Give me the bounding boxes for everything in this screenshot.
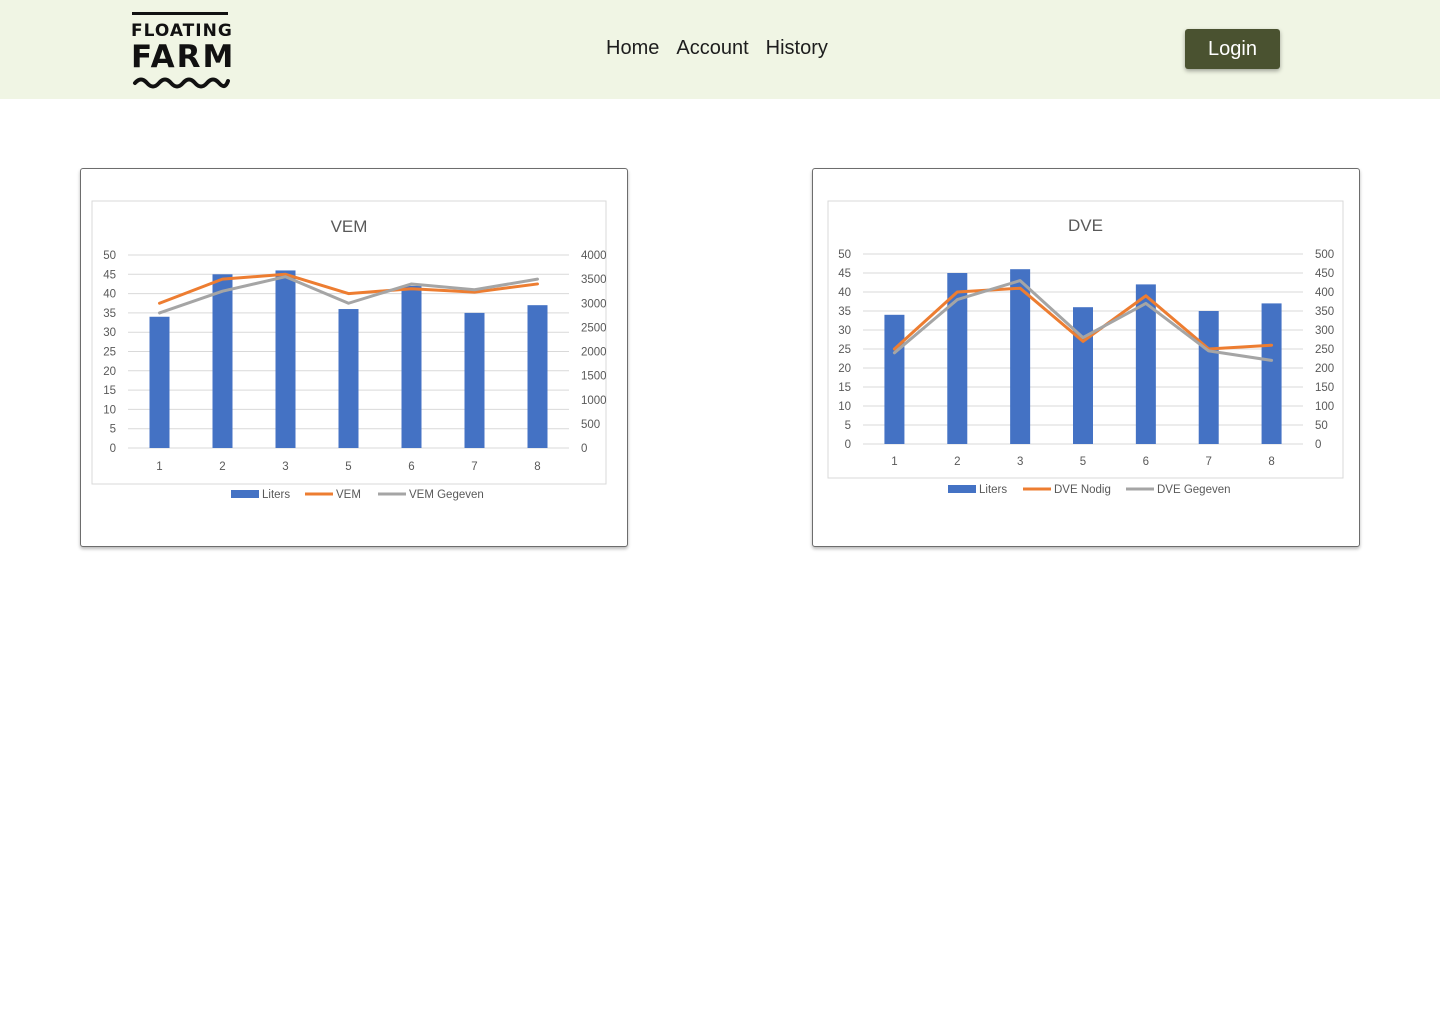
logo-line2: FARM (131, 39, 236, 75)
bar-liters (1198, 311, 1219, 444)
bar-liters (464, 312, 485, 448)
nav-history-link[interactable]: History (766, 37, 828, 60)
y-tick-label: 15 (838, 382, 851, 394)
legend-label: DVE Nodig (1054, 484, 1111, 496)
y2-tick-label: 400 (1315, 287, 1334, 299)
y2-tick-label: 4000 (581, 250, 607, 262)
y-tick-label: 0 (110, 443, 116, 455)
y-tick-label: 50 (103, 250, 116, 262)
y-tick-label: 30 (838, 325, 851, 337)
x-tick-label: 8 (1268, 456, 1274, 468)
x-tick-label: 7 (1206, 456, 1212, 468)
legend-swatch (948, 485, 976, 493)
logo-bar (132, 12, 228, 15)
y-tick-label: 45 (838, 268, 851, 280)
x-tick-label: 6 (1143, 456, 1149, 468)
legend-label: Liters (262, 489, 290, 501)
x-tick-label: 7 (471, 461, 477, 473)
top-navbar: FLOATING FARM Home Account History Login (0, 0, 1440, 99)
y-tick-label: 15 (103, 385, 116, 397)
login-button[interactable]: Login (1185, 29, 1280, 69)
floating-farm-logo[interactable]: FLOATING FARM (131, 12, 236, 92)
x-tick-label: 5 (345, 461, 351, 473)
y2-tick-label: 3000 (581, 298, 607, 310)
bar-liters (527, 305, 548, 448)
logo-line1: FLOATING (131, 21, 233, 41)
dve-chart-card: DVE 0 5 10 15 20 25 30 35 40 45 50 0 50 100 150 200 250 30… (812, 168, 1360, 547)
y2-tick-label: 150 (1315, 382, 1334, 394)
y2-tick-label: 0 (581, 443, 587, 455)
y-tick-label: 25 (103, 347, 116, 359)
y-tick-label: 20 (103, 366, 116, 378)
y2-tick-label: 1500 (581, 371, 607, 383)
y2-tick-label: 50 (1315, 420, 1328, 432)
y2-tick-label: 3500 (581, 274, 607, 286)
vem-chart: VEM0510152025303540455005001000150020002… (91, 200, 607, 501)
main-nav: Home Account History (606, 37, 828, 60)
legend-label: Liters (979, 484, 1007, 496)
y-tick-label: 40 (103, 289, 116, 301)
y-tick-label: 30 (103, 327, 116, 339)
y2-tick-label: 300 (1315, 325, 1334, 337)
y2-tick-label: 100 (1315, 401, 1334, 413)
y-tick-label: 5 (110, 424, 116, 436)
legend-swatch (231, 490, 259, 498)
y-tick-label: 10 (103, 404, 116, 416)
x-tick-label: 2 (954, 456, 960, 468)
nav-account-link[interactable]: Account (676, 37, 748, 60)
y-tick-label: 40 (838, 287, 851, 299)
legend-label: DVE Gegeven (1157, 484, 1231, 496)
chart-title: VEM (331, 217, 368, 236)
chart-title: DVE (1068, 216, 1103, 235)
y-tick-label: 20 (838, 363, 851, 375)
bar-liters (1261, 303, 1282, 444)
legend-label: VEM (336, 489, 361, 501)
y2-tick-label: 250 (1315, 344, 1334, 356)
nav-home-link[interactable]: Home (606, 37, 659, 60)
bar-liters (1073, 307, 1093, 444)
y2-tick-label: 200 (1315, 363, 1334, 375)
y2-tick-label: 450 (1315, 268, 1334, 280)
y2-tick-label: 0 (1315, 439, 1321, 451)
x-tick-label: 5 (1080, 456, 1086, 468)
y2-tick-label: 500 (581, 419, 600, 431)
y2-tick-label: 2000 (581, 347, 607, 359)
x-tick-label: 3 (1017, 456, 1023, 468)
y-tick-label: 25 (838, 344, 851, 356)
x-tick-label: 6 (408, 461, 414, 473)
y-tick-label: 45 (103, 269, 116, 281)
x-tick-label: 8 (534, 461, 540, 473)
x-tick-label: 2 (219, 461, 225, 473)
x-tick-label: 3 (282, 461, 288, 473)
y-tick-label: 0 (845, 439, 851, 451)
y-tick-label: 5 (845, 420, 851, 432)
dve-chart: DVE0510152025303540455005010015020025030… (827, 200, 1344, 496)
y-tick-label: 10 (838, 401, 851, 413)
bar-liters (401, 285, 422, 448)
bar-liters (149, 316, 170, 448)
y2-tick-label: 1000 (581, 395, 607, 407)
logo-wave-icon (133, 77, 230, 89)
y-tick-label: 35 (103, 308, 116, 320)
y-tick-label: 50 (838, 249, 851, 261)
vem-chart-card: VEM 0 5 10 15 20 25 30 35 40 45 50 0 500 1000 1500 2000 2… (80, 168, 628, 547)
y-tick-label: 35 (838, 306, 851, 318)
x-tick-label: 1 (156, 461, 162, 473)
legend-label: VEM Gegeven (409, 489, 484, 501)
y2-tick-label: 350 (1315, 306, 1334, 318)
x-tick-label: 1 (891, 456, 897, 468)
y2-tick-label: 500 (1315, 249, 1334, 261)
bar-liters (212, 274, 233, 448)
bar-liters (884, 314, 905, 444)
y2-tick-label: 2500 (581, 322, 607, 334)
bar-liters (275, 270, 296, 448)
bar-liters (338, 309, 359, 448)
